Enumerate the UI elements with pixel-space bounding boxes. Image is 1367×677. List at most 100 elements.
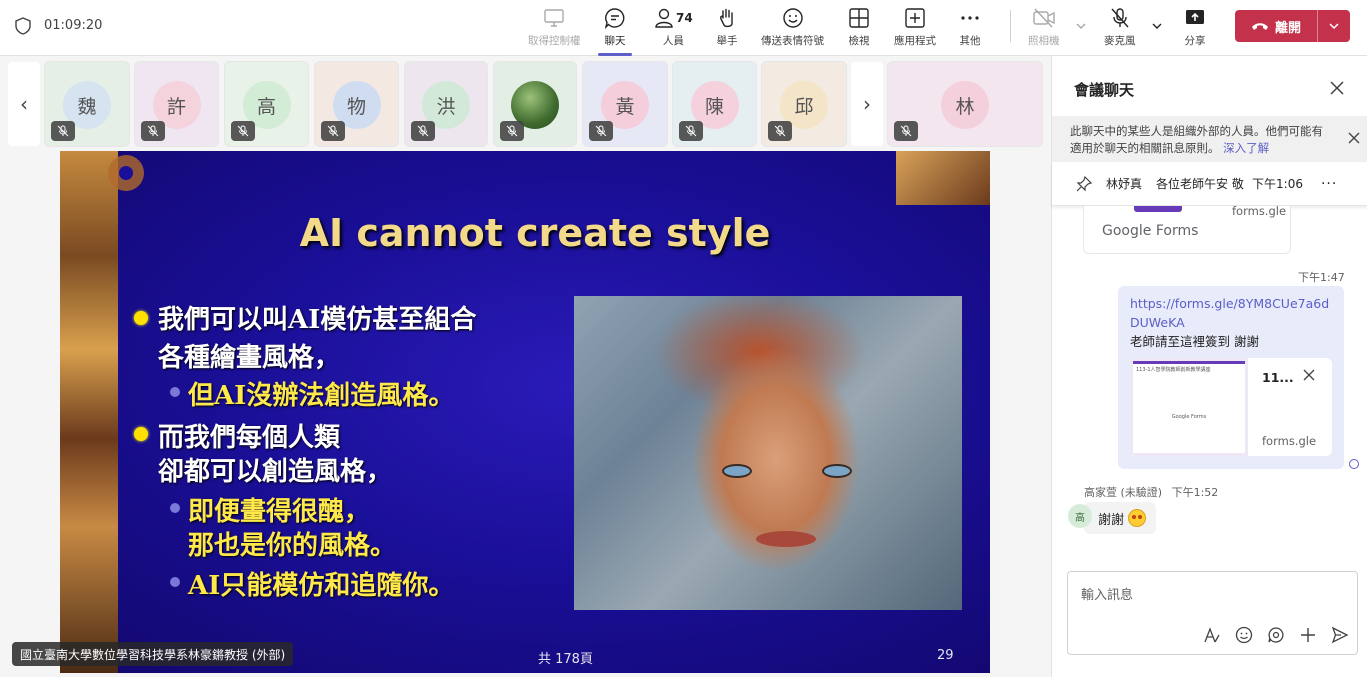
leave-main[interactable]: 離開 (1235, 10, 1318, 42)
link-card-title: 11... (1262, 370, 1294, 385)
compose-input[interactable]: 輸入訊息 (1081, 584, 1133, 603)
external-notice: 此聊天中的某些人是組織外部的人員。他們可能有適用於聊天的相關訊息原則。 深入了解 (1052, 116, 1367, 162)
mic-options-chevron-icon[interactable] (1151, 20, 1163, 32)
read-receipt-icon (1349, 459, 1359, 469)
pinned-sender: 林妤真 (1106, 177, 1143, 191)
add-icon[interactable] (1299, 626, 1317, 644)
portrait-eye (722, 464, 752, 478)
take-control-button[interactable]: 取得控制權 (528, 6, 581, 52)
muted-mic-icon (411, 121, 435, 141)
pinned-message-bar[interactable]: 林妤真 各位老師午安 敬... 下午1:06 ··· (1052, 162, 1367, 206)
mic-button[interactable]: 麥克風 (1104, 6, 1136, 52)
chat-title: 會議聊天 (1074, 81, 1135, 99)
view-button[interactable]: 檢視 (848, 6, 870, 52)
slide-line: 即便畫得很醜， (188, 497, 371, 527)
chevron-down-icon (1329, 23, 1339, 30)
muted-mic-icon (321, 121, 345, 141)
grid-icon (849, 8, 869, 28)
link-preview-card[interactable]: 113-1人智學院教師創新教學講座 Google Forms 11... for… (1130, 358, 1332, 456)
form-link[interactable]: https://forms.gle/8YM8CUe7a6dDUWeKA (1130, 294, 1332, 332)
reactions-button[interactable]: 傳送表情符號 (761, 6, 824, 52)
form-thumbnail-sheet: 113-1人智學院教師創新教學講座 Google Forms (1133, 361, 1245, 453)
participant-tile[interactable] (493, 61, 577, 147)
chat-button[interactable]: 聊天 (604, 6, 626, 52)
shared-slide: AI cannot create style 我們可以叫AI模仿甚至組合 各種繪… (60, 151, 990, 673)
previous-card-domain: forms.gle (1232, 204, 1287, 218)
learn-more-link[interactable]: 深入了解 (1223, 141, 1269, 155)
participant-tile[interactable]: 洪 (404, 61, 488, 147)
close-icon[interactable] (1329, 80, 1345, 96)
participant-tile[interactable]: 魏 (44, 61, 130, 147)
toolbar-divider (1010, 10, 1011, 42)
smiley-icon (782, 8, 803, 28)
muted-mic-icon (589, 121, 613, 141)
avatar: 林 (941, 81, 989, 129)
screen-icon (544, 9, 564, 27)
slide-bullet (170, 577, 180, 587)
participant-tile[interactable]: 黃 (582, 61, 668, 147)
participant-tile[interactable]: 高 (224, 61, 309, 147)
loop-icon[interactable] (1267, 626, 1285, 644)
hand-icon (720, 8, 733, 28)
muted-mic-icon (768, 121, 792, 141)
participant-tile[interactable]: 林 (887, 61, 1043, 147)
other-message-bubble: 謝謝 (1084, 502, 1157, 534)
other-sender: 高家萱 (未驗證) (1084, 486, 1163, 499)
apps-button[interactable]: 應用程式 (894, 6, 936, 52)
camera-button[interactable]: 照相機 (1028, 6, 1060, 52)
mic-off-icon (1111, 8, 1129, 28)
previous-link-card[interactable]: Google Forms forms.gle (1083, 204, 1291, 254)
participant-tile[interactable]: 邱 (761, 61, 847, 147)
emoji-icon[interactable] (1235, 626, 1253, 644)
slide-bullet (134, 427, 148, 441)
chevron-right-icon: › (863, 92, 871, 116)
people-count: 74 (676, 11, 693, 25)
clock-decoration (896, 151, 990, 205)
share-icon (1186, 10, 1204, 24)
camera-off-icon (1033, 8, 1055, 28)
camera-label: 照相機 (1028, 35, 1060, 47)
mosaic-portrait-image (574, 296, 962, 610)
raise-hand-button[interactable]: 舉手 (716, 6, 738, 52)
slide-bullet (134, 311, 148, 325)
camera-options-chevron-icon[interactable] (1075, 20, 1087, 32)
chat-icon (604, 8, 625, 29)
slide-line: 那也是你的風格。 (188, 531, 397, 561)
strip-prev-button[interactable]: ‹ (8, 62, 40, 146)
participant-strip: ‹ 魏許高物洪 黃陳邱 林 › (0, 56, 1051, 150)
add-app-icon (905, 8, 925, 28)
slide-line: 各種繪畫風格， (158, 343, 341, 373)
dismiss-notice-icon[interactable] (1348, 132, 1360, 144)
more-button[interactable]: 其他 (959, 6, 981, 52)
chat-label: 聊天 (604, 35, 626, 47)
apps-label: 應用程式 (894, 35, 936, 47)
raise-hand-label: 舉手 (716, 35, 738, 47)
thumbnail-footer: Google Forms (1171, 414, 1207, 420)
send-icon[interactable] (1331, 626, 1349, 644)
leave-button[interactable]: 離開 (1235, 10, 1350, 42)
remove-preview-icon[interactable] (1303, 369, 1315, 381)
more-options-icon[interactable]: ··· (1321, 176, 1337, 192)
slide-line: 但AI沒辦法創造風格。 (188, 381, 455, 411)
more-icon (961, 16, 979, 20)
my-message-text: 老師請至這裡簽到 謝謝 (1130, 334, 1259, 349)
participant-tile[interactable]: 許 (134, 61, 219, 147)
people-label: 人員 (662, 35, 684, 47)
strip-next-button[interactable]: › (851, 62, 883, 146)
notice-text: 此聊天中的某些人是組織外部的人員。他們可能有適用於聊天的相關訊息原則。 (1070, 124, 1323, 155)
portrait-lips (756, 531, 816, 547)
compose-box[interactable]: 輸入訊息 (1067, 571, 1358, 655)
leave-options[interactable] (1318, 10, 1350, 42)
chevron-left-icon: ‹ (20, 92, 28, 116)
slide-bullet (170, 503, 180, 513)
leave-label: 離開 (1274, 20, 1301, 36)
participant-tile[interactable]: 陳 (672, 61, 757, 147)
people-button[interactable]: 74 人員 (654, 6, 693, 52)
other-message-time: 下午1:52 (1171, 486, 1219, 499)
form-thumbnail: 113-1人智學院教師創新教學講座 Google Forms (1130, 358, 1248, 456)
share-button[interactable]: 分享 (1184, 6, 1206, 52)
format-icon[interactable] (1203, 626, 1221, 644)
participant-tile[interactable]: 物 (314, 61, 399, 147)
slide-line: AI只能模仿和追隨你。 (188, 571, 455, 601)
people-icon (655, 8, 673, 28)
